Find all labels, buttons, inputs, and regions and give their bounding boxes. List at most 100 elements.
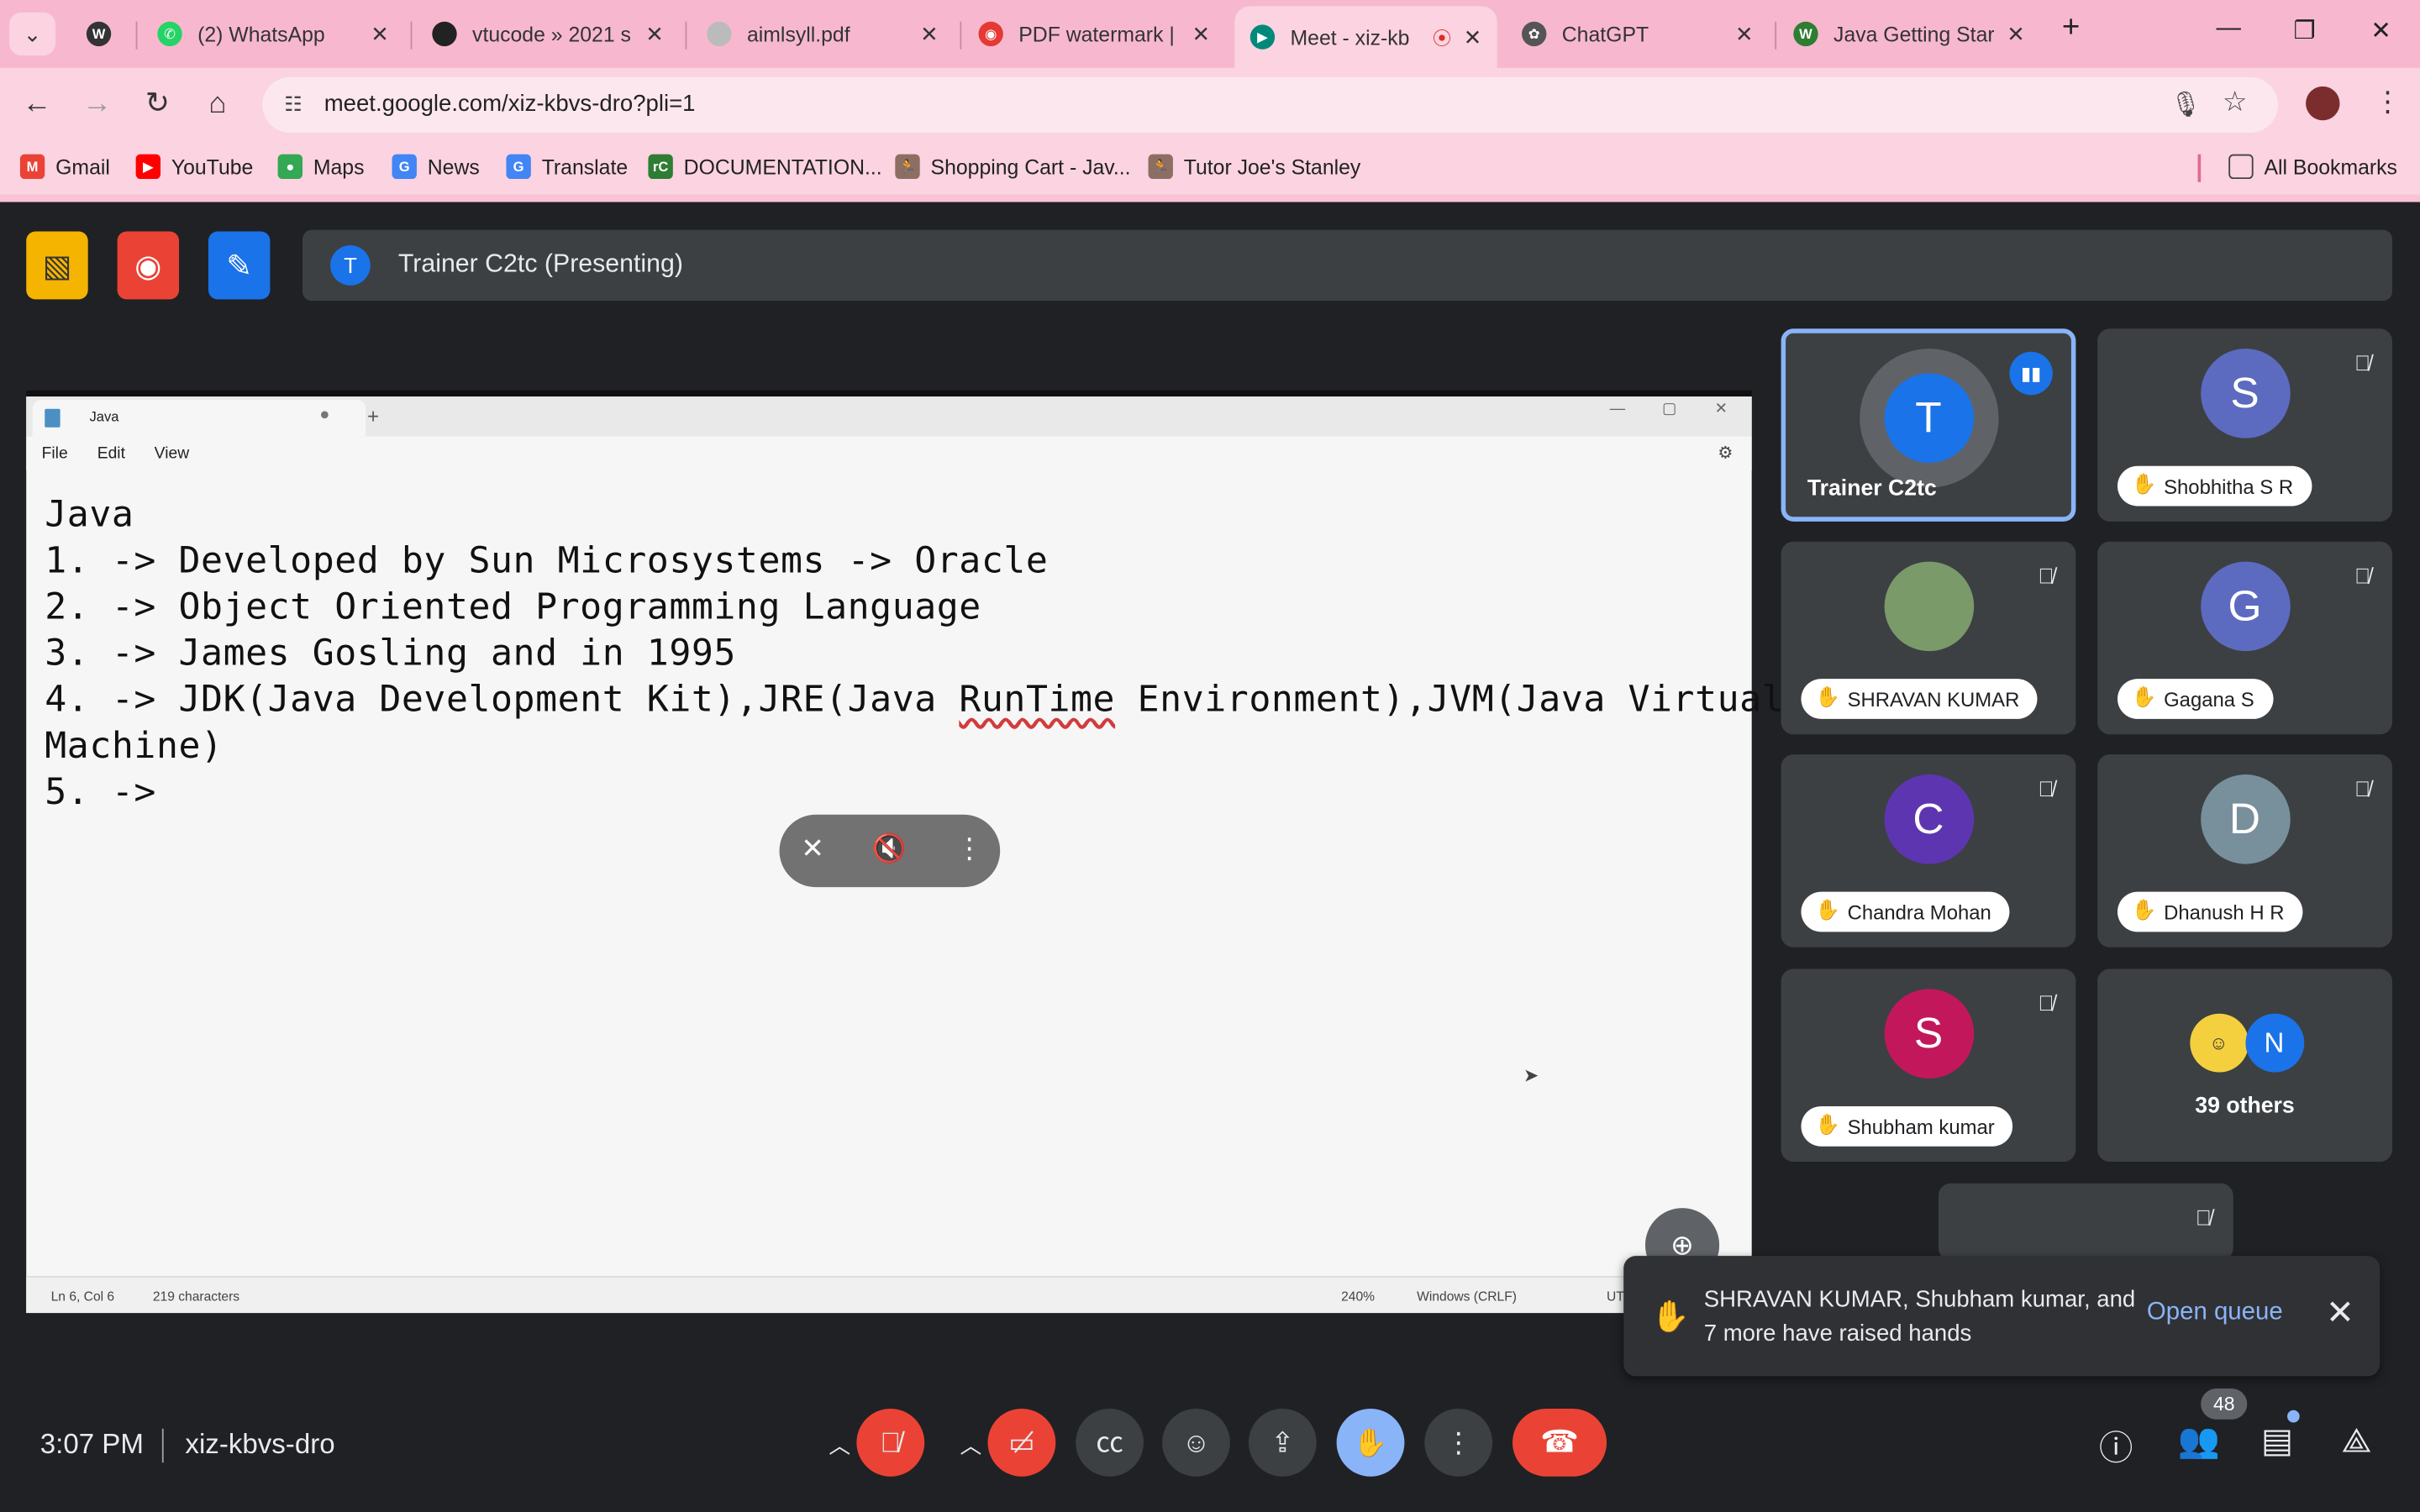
bookmark-gmail[interactable]: M Gmail	[19, 154, 110, 180]
cursor-position: Ln 6, Col 6	[50, 1288, 115, 1305]
eye-icon: ◉	[978, 21, 1003, 47]
maximize-icon: ▢	[1662, 401, 1677, 418]
hand-icon: ✋	[2131, 897, 2157, 921]
others-count: 39 others	[2195, 1094, 2295, 1119]
mute-audio-icon[interactable]: 🔇	[872, 833, 907, 866]
microphone-icon[interactable]: 🎙	[2170, 90, 2201, 121]
tab-java-getting-started[interactable]: W Java Getting Star ✕	[1778, 9, 2040, 59]
tab-pdf-watermark[interactable]: ◉ PDF watermark | ✕	[963, 9, 1225, 59]
tab-chatgpt[interactable]: ✿ ChatGPT ✕	[1507, 9, 1769, 59]
mic-off-icon: 🎙̸	[2195, 1205, 2212, 1230]
raise-hand-button[interactable]: ✋	[1336, 1408, 1405, 1477]
new-tab-button[interactable]: +	[2062, 11, 2080, 46]
tab-search-button[interactable]: ⌄	[9, 12, 56, 56]
star-icon[interactable]: ☆	[2223, 87, 2248, 119]
chat-button[interactable]: ▤	[2261, 1421, 2293, 1462]
more-options-button[interactable]: ⋮	[1424, 1408, 1493, 1477]
video-options-caret[interactable]: ︿	[960, 1431, 981, 1462]
presenter-tile-controls: ✕ 🔇 ⋮	[779, 814, 1001, 888]
profile-avatar[interactable]	[2306, 86, 2340, 121]
participant-tile[interactable]: 🎙̸ ✋ SHRAVAN KUMAR	[1781, 541, 2076, 735]
unpin-icon[interactable]: ✕	[801, 833, 824, 866]
gear-icon: ⚙	[1718, 444, 1733, 464]
raised-hand-chip: ✋ Dhanush H R	[2118, 891, 2303, 932]
camera-toggle-button[interactable]: ▭̸	[987, 1408, 1056, 1477]
participant-tile[interactable]: S 🎙̸ ✋ Shobhitha S R	[2097, 328, 2392, 522]
speaking-icon: ▮▮	[2009, 351, 2053, 396]
close-icon[interactable]: ✕	[645, 21, 664, 47]
minimize-button[interactable]: —	[2217, 15, 2241, 43]
close-icon[interactable]: ✕	[371, 21, 389, 47]
activities-icon: ⟁	[2341, 1420, 2372, 1460]
close-window-button[interactable]: ✕	[2370, 15, 2391, 46]
forward-button[interactable]: →	[79, 87, 116, 123]
site-info-icon[interactable]: ☷	[278, 90, 309, 121]
phone-hangup-icon: ☎	[1540, 1425, 1579, 1460]
participant-tile[interactable]: D 🎙̸ ✋ Dhanush H R	[2097, 754, 2392, 948]
others-tile[interactable]: ☺ N 39 others	[2097, 969, 2392, 1163]
gmail-icon: M	[19, 154, 45, 180]
close-icon[interactable]: ✕	[1735, 21, 1754, 47]
chrome-menu-icon[interactable]: ⋮	[2374, 87, 2402, 119]
tab-meet[interactable]: ▶ Meet - xiz-kb ⦿ ✕	[1234, 6, 1497, 68]
self-view-tile[interactable]: 🎙̸	[1938, 1183, 2233, 1261]
captions-button[interactable]: ㏄	[1076, 1408, 1144, 1477]
stop-presenting-button[interactable]: ▧	[26, 231, 88, 300]
people-icon: 👥	[2177, 1420, 2220, 1460]
people-button[interactable]: 👥	[2178, 1421, 2220, 1462]
whiteboard-button[interactable]: ✎	[208, 231, 271, 300]
bookmark-news[interactable]: G News	[392, 154, 480, 180]
reactions-button[interactable]: ☺	[1162, 1408, 1230, 1477]
bookmark-shopping-cart[interactable]: 🏃 Shopping Cart - Jav...	[895, 154, 1131, 180]
tab-aimlsyll[interactable]: aimlsyll.pdf ✕	[692, 9, 954, 59]
bookmark-maps[interactable]: ● Maps	[277, 154, 364, 180]
all-bookmarks[interactable]: All Bookmarks	[2228, 154, 2397, 180]
emoji-icon: ☺	[1181, 1426, 1211, 1458]
meeting-info-button[interactable]: ⓘ	[2099, 1421, 2133, 1471]
close-icon[interactable]: ✕	[1192, 21, 1210, 47]
participant-tile[interactable]: G 🎙̸ ✋ Gagana S	[2097, 541, 2392, 735]
camera-off-icon: ▭̸	[1008, 1426, 1035, 1458]
present-button[interactable]: ⇪	[1248, 1408, 1317, 1477]
back-button[interactable]: ←	[18, 87, 55, 123]
tab-separator	[135, 21, 138, 50]
participant-tile[interactable]: S 🎙̸ ✋ Shubham kumar	[1781, 969, 2076, 1163]
bookmark-translate[interactable]: G Translate	[506, 154, 628, 180]
meeting-time: 3:07 PM	[39, 1428, 144, 1460]
close-icon[interactable]: ✕	[920, 21, 939, 47]
shared-screen-border	[26, 390, 1752, 397]
reload-button[interactable]: ↻	[139, 87, 176, 123]
whatsapp-icon: ✆	[157, 21, 182, 47]
bookmark-tutor-joes[interactable]: 🏃 Tutor Joe's Stanley	[1148, 154, 1360, 180]
leave-call-button[interactable]: ☎	[1512, 1408, 1607, 1477]
audio-options-caret[interactable]: ︿	[829, 1431, 850, 1462]
notepad-menu: File Edit View ⚙	[26, 436, 1752, 471]
avatar: S	[1883, 988, 1974, 1078]
mic-toggle-button[interactable]: 🎙̸	[856, 1408, 925, 1477]
close-icon[interactable]: ✕	[2326, 1293, 2354, 1333]
recording-button[interactable]: ◉	[117, 231, 180, 300]
bookmark-youtube[interactable]: ▶ YouTube	[135, 154, 253, 180]
more-options-icon[interactable]: ⋮	[955, 833, 983, 866]
tab-0[interactable]: W	[71, 9, 132, 59]
maps-pin-icon: ●	[277, 154, 303, 180]
meet-icon: ▶	[1249, 24, 1276, 50]
close-icon[interactable]: ✕	[2007, 21, 2025, 47]
participant-tile[interactable]: T ▮▮ Trainer C2tc	[1781, 328, 2076, 522]
pen-icon: ✎	[226, 249, 253, 284]
home-button[interactable]: ⌂	[199, 87, 236, 123]
avatar-photo: ☺	[2189, 1012, 2249, 1072]
bookmark-documentation[interactable]: rC DOCUMENTATION...	[648, 154, 882, 180]
tab-whatsapp[interactable]: ✆ (2) WhatsApp ✕	[142, 9, 404, 59]
restore-button[interactable]: ❐	[2293, 15, 2315, 46]
chatgpt-icon: ✿	[1522, 21, 1547, 47]
folder-icon	[2228, 154, 2254, 180]
open-queue-button[interactable]: Open queue	[2147, 1299, 2283, 1327]
close-icon[interactable]: ✕	[1464, 24, 1482, 50]
participant-tile[interactable]: C 🎙̸ ✋ Chandra Mohan	[1781, 754, 2076, 948]
hand-icon: ✋	[2131, 472, 2157, 496]
address-bar[interactable]: ☷ meet.google.com/xiz-kbvs-dro?pli=1 🎙 ☆	[262, 76, 2279, 133]
tab-vtucode[interactable]: vtucode » 2021 s ✕	[417, 9, 679, 59]
activities-button[interactable]: ⟁	[2341, 1421, 2371, 1462]
tab-separator	[685, 21, 687, 50]
